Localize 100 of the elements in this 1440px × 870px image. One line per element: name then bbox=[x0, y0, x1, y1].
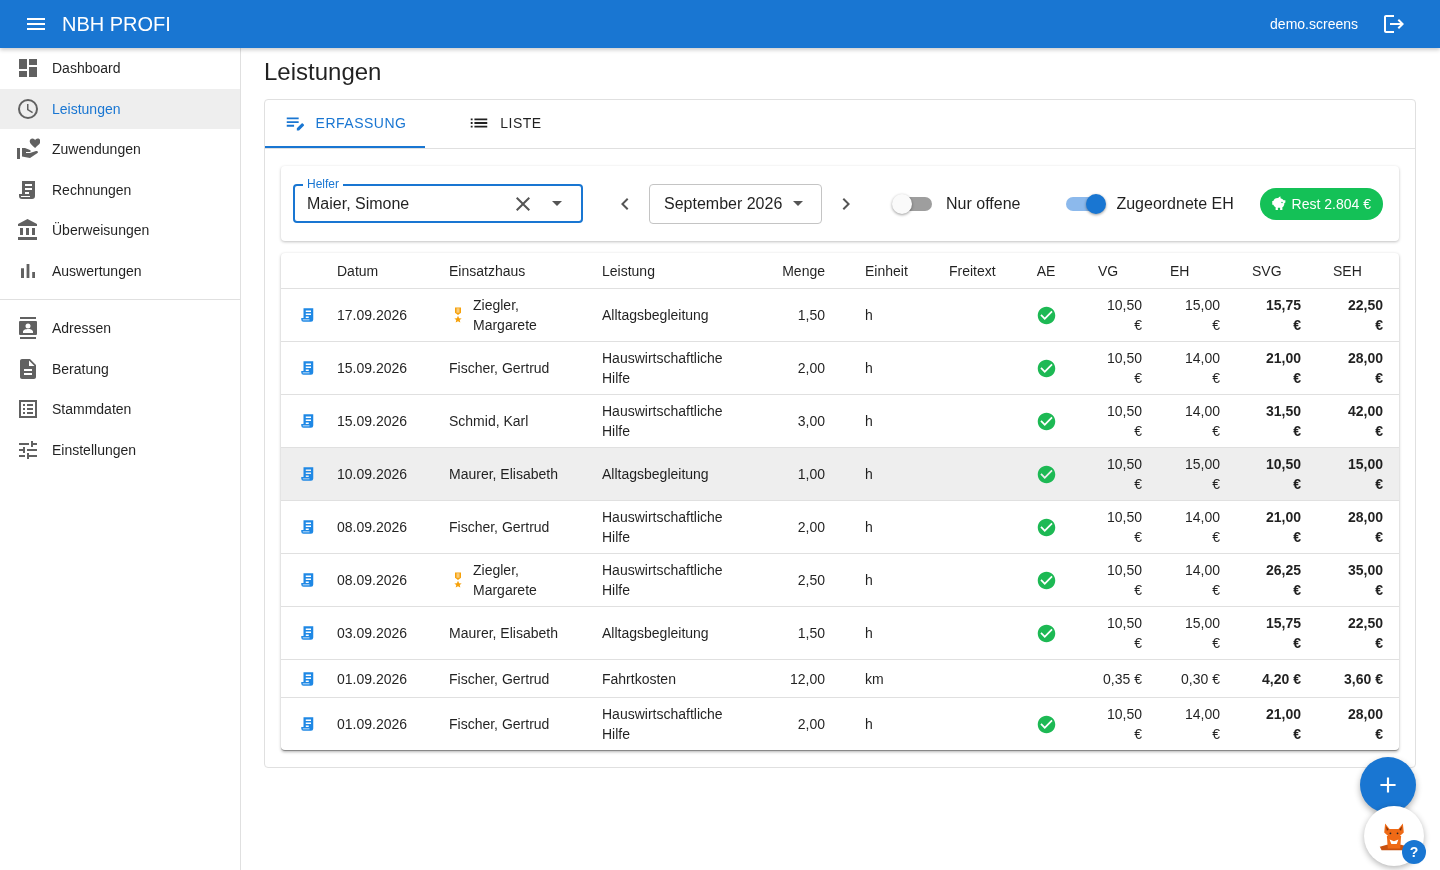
bank-icon bbox=[16, 218, 40, 243]
nav-item[interactable]: Zuwendungen bbox=[0, 129, 240, 170]
table-cell-text: Ziegler, Margarete bbox=[473, 296, 538, 335]
table-cell-text: 14,00 € bbox=[1183, 705, 1220, 744]
table-cell-text: 15,00 € bbox=[1183, 296, 1220, 335]
table-cell-text: 14,00 € bbox=[1183, 561, 1220, 600]
table-cell: 10.09.2026 bbox=[337, 466, 408, 482]
table-cell-text: Hauswirtschaftliche Hilfe bbox=[602, 349, 724, 388]
table-cell-text: 10,50 € bbox=[1105, 614, 1142, 653]
nav-item[interactable]: Einstellungen bbox=[0, 429, 240, 470]
table-cell: 2,50 bbox=[797, 572, 825, 588]
table-cell-text: 15,75 € bbox=[1264, 614, 1301, 653]
table-cell: 2,00 bbox=[797, 360, 825, 376]
column-header[interactable]: Freitext bbox=[949, 262, 996, 279]
table-cell-text: Fischer, Gertrud bbox=[449, 669, 550, 689]
column-header[interactable]: VG bbox=[1098, 262, 1119, 279]
table-cell: h bbox=[865, 307, 873, 323]
table-cell-text: 4,20 € bbox=[1261, 669, 1301, 689]
table-cell-text: 15,75 € bbox=[1264, 296, 1301, 335]
table-cell-text: 10,50 € bbox=[1264, 455, 1301, 494]
table-cell: 01.09.2026 bbox=[337, 716, 408, 732]
tab[interactable]: ERFASSUNG bbox=[265, 100, 425, 148]
table-row[interactable]: 01.09.2026 Fischer, Gertrud Fahrtkosten 12,00 km 0,35 € 0,30 € 4,20 € 3,60 € bbox=[281, 659, 1399, 698]
app-title: NBH PROFI bbox=[62, 12, 171, 36]
table-cell-text: 14,00 € bbox=[1183, 508, 1220, 547]
table-cell-text: 42,00 € bbox=[1346, 402, 1383, 441]
table-cell: h bbox=[865, 716, 873, 732]
column-header[interactable]: SEH bbox=[1333, 262, 1362, 279]
table-cell: h bbox=[865, 360, 873, 376]
add-button[interactable] bbox=[1360, 757, 1416, 813]
table-cell: 1,50 bbox=[797, 625, 825, 641]
user-name[interactable]: demo.screens bbox=[1270, 16, 1358, 32]
toggle-switch[interactable] bbox=[1066, 196, 1103, 211]
table-cell-text: 35,00 € bbox=[1346, 561, 1383, 600]
table-cell-text: Maurer, Elisabeth bbox=[449, 465, 558, 484]
table-cell-text: 28,00 € bbox=[1346, 349, 1383, 388]
table-cell-text: 10,50 € bbox=[1105, 402, 1142, 441]
table-row[interactable]: 15.09.2026 Fischer, Gertrud Hauswirtschaftliche Hilfe 2,00 h 10,50 € 14,00 € 21,00 € 28,00 € bbox=[281, 341, 1399, 395]
nav-item[interactable]: Dashboard bbox=[0, 48, 240, 89]
table-row[interactable]: 08.09.2026 Ziegler, Margarete Hauswirtschaftliche Hilfe 2,50 h 10,50 € 14,00 € 26,25 € 35,00 € bbox=[281, 553, 1399, 607]
table-cell-text: 22,50 € bbox=[1346, 296, 1383, 335]
caret-icon bbox=[793, 201, 804, 206]
table-cell: 15.09.2026 bbox=[337, 360, 408, 376]
nav-item[interactable]: Leistungen bbox=[0, 88, 240, 129]
table-cell-text: Fischer, Gertrud bbox=[449, 359, 550, 378]
table-row[interactable]: 15.09.2026 Schmid, Karl Hauswirtschaftliche Hilfe 3,00 h 10,50 € 14,00 € 31,50 € 42,00 € bbox=[281, 394, 1399, 448]
table-cell-text: 21,00 € bbox=[1264, 705, 1301, 744]
table-cell: 03.09.2026 bbox=[337, 625, 408, 641]
table-row[interactable]: 17.09.2026 Ziegler, Margarete Alltagsbegleitung 1,50 h 10,50 € 15,00 € 15,75 € 22,50 € bbox=[281, 288, 1399, 342]
table-cell-text: Maurer, Elisabeth bbox=[449, 624, 558, 643]
month-select[interactable]: September 2026 bbox=[649, 183, 822, 224]
column-header[interactable]: AE bbox=[1036, 262, 1056, 279]
table-cell-text: 14,00 € bbox=[1183, 349, 1220, 388]
table-cell: h bbox=[865, 413, 873, 429]
table-cell-text: 0,35 € bbox=[1102, 669, 1142, 689]
column-header[interactable]: SVG bbox=[1252, 262, 1282, 279]
table-cell-text: 10,50 € bbox=[1105, 705, 1142, 744]
table-cell-text: 0,30 € bbox=[1180, 669, 1220, 689]
table-cell-text: 28,00 € bbox=[1346, 705, 1383, 744]
table-cell-text: Fischer, Gertrud bbox=[449, 715, 550, 734]
table-cell-text: 14,00 € bbox=[1183, 402, 1220, 441]
switch-label: Nur offene bbox=[946, 194, 1021, 213]
table-cell-text: 3,60 € bbox=[1343, 669, 1383, 689]
tab[interactable]: LISTE bbox=[425, 100, 585, 148]
table-cell-text: 15,00 € bbox=[1183, 455, 1220, 494]
nav-item[interactable]: Stammdaten bbox=[0, 389, 240, 430]
logout-icon[interactable] bbox=[1382, 12, 1406, 36]
table-cell: h bbox=[865, 625, 873, 641]
table-cell-text: 15,00 € bbox=[1346, 455, 1383, 494]
column-header[interactable]: Einheit bbox=[865, 262, 908, 279]
table-row[interactable]: 08.09.2026 Fischer, Gertrud Hauswirtschaftliche Hilfe 2,00 h 10,50 € 14,00 € 21,00 € 28,00 € bbox=[281, 500, 1399, 554]
column-header[interactable]: Einsatzhaus bbox=[449, 262, 526, 279]
nav-item[interactable]: Rechnungen bbox=[0, 169, 240, 210]
table-cell: 3,00 bbox=[797, 413, 825, 429]
field-label: Helfer bbox=[303, 177, 343, 191]
table-cell-text: Hauswirtschaftliche Hilfe bbox=[602, 402, 724, 441]
table-cell: h bbox=[865, 519, 873, 535]
table-cell-text: Hauswirtschaftliche Hilfe bbox=[602, 705, 724, 744]
page-title: Leistungen bbox=[264, 58, 383, 86]
table-row[interactable]: 01.09.2026 Fischer, Gertrud Hauswirtschaftliche Hilfe 2,00 h 10,50 € 14,00 € 21,00 € 28,00 € bbox=[281, 697, 1399, 750]
table-cell: h bbox=[865, 466, 873, 482]
nav-item[interactable]: Adressen bbox=[0, 308, 240, 349]
table-row[interactable]: 03.09.2026 Maurer, Elisabeth Alltagsbegleitung 1,50 h 10,50 € 15,00 € 15,75 € 22,50 € bbox=[281, 606, 1399, 660]
piggy-bank-icon bbox=[1269, 194, 1288, 213]
table-cell-text: 28,00 € bbox=[1346, 508, 1383, 547]
table-cell: 2,00 bbox=[797, 519, 825, 535]
column-header[interactable]: Menge bbox=[782, 262, 825, 279]
table-cell-text: Ziegler, Margarete bbox=[473, 561, 538, 600]
nav-item[interactable]: Auswertungen bbox=[0, 250, 240, 291]
table-row[interactable]: 10.09.2026 Maurer, Elisabeth Alltagsbegleitung 1,00 h 10,50 € 15,00 € 10,50 € 15,00 € bbox=[281, 447, 1399, 501]
column-header[interactable]: EH bbox=[1170, 262, 1190, 279]
nav-item[interactable]: Beratung bbox=[0, 348, 240, 389]
nav-item[interactable]: Überweisungen bbox=[0, 210, 240, 251]
table-cell-text: Alltagsbegleitung bbox=[602, 306, 709, 325]
helper-select[interactable]: Helfer Maier, Simone bbox=[293, 177, 583, 223]
table-cell: 08.09.2026 bbox=[337, 519, 408, 535]
table-cell-text: 10,50 € bbox=[1105, 508, 1142, 547]
table-cell: 1,50 bbox=[797, 307, 825, 323]
column-header[interactable]: Leistung bbox=[602, 262, 655, 279]
column-header[interactable]: Datum bbox=[337, 262, 379, 279]
